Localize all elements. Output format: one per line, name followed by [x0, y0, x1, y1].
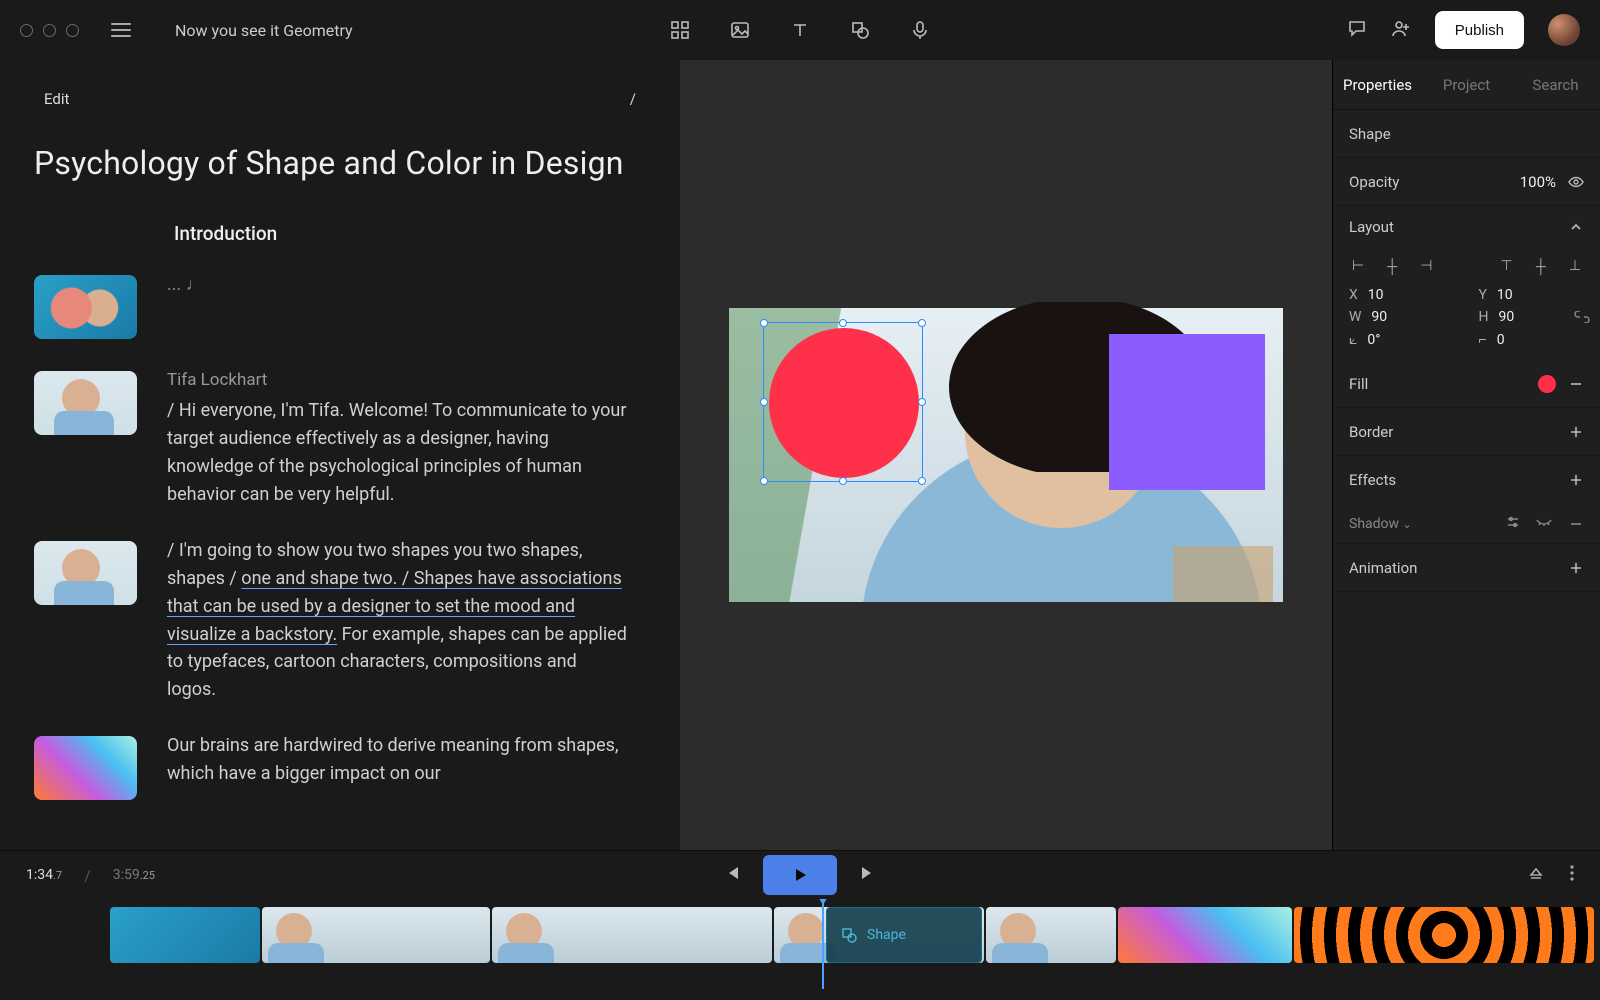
skip-forward-icon[interactable] [859, 864, 877, 886]
tab-search[interactable]: Search [1511, 76, 1600, 94]
toolbar [669, 19, 931, 41]
fill-swatch[interactable] [1538, 375, 1556, 393]
y-field[interactable]: Y10 [1479, 287, 1585, 303]
topbar-right: Publish [1347, 11, 1580, 49]
rotation-field[interactable]: ⟀0° [1349, 331, 1455, 348]
timeline-clip[interactable] [1294, 907, 1594, 963]
menu-button[interactable] [111, 23, 131, 37]
align-center-v-icon[interactable]: ┼ [1532, 258, 1550, 275]
chevron-down-icon[interactable]: ⌄ [1403, 518, 1412, 531]
chevron-up-icon[interactable] [1568, 219, 1584, 235]
link-wh-icon[interactable] [1574, 309, 1590, 325]
document-title[interactable]: Now you see it Geometry [175, 21, 353, 40]
comment-icon[interactable] [1347, 18, 1367, 42]
timeline-track[interactable]: ... To communicate to your target audien… [0, 899, 1600, 989]
pause-marker[interactable]: ... ♩ [167, 271, 204, 339]
x-field[interactable]: X10 [1349, 287, 1455, 303]
canvas[interactable] [680, 60, 1332, 850]
timeline-clip[interactable] [262, 907, 490, 963]
current-time[interactable]: 1:34.7 [26, 867, 62, 883]
shape-clip[interactable]: Shape [826, 907, 982, 963]
timeline-controls: 1:34.7 / 3:59.25 [0, 851, 1600, 899]
eject-icon[interactable] [1528, 865, 1544, 885]
h-field[interactable]: H90 [1479, 309, 1585, 325]
transform-grid: X10 Y10 W90 H90 ⟀0° ⌐0 [1333, 281, 1600, 360]
add-animation-icon[interactable] [1568, 560, 1584, 576]
animation-row[interactable]: Animation [1333, 544, 1600, 592]
text-icon[interactable] [789, 19, 811, 41]
script-panel: Edit / Psychology of Shape and Color in … [0, 60, 680, 850]
script-block[interactable]: Our brains are hardwired to derive meani… [167, 732, 627, 800]
remove-shadow-icon[interactable] [1568, 516, 1584, 532]
add-user-icon[interactable] [1391, 18, 1411, 42]
mic-icon[interactable] [909, 19, 931, 41]
timeline-clip[interactable] [986, 907, 1116, 963]
video-preview[interactable] [729, 308, 1283, 602]
page-title[interactable]: Psychology of Shape and Color in Design [34, 144, 646, 182]
align-controls: ⊢ ┼ ⊣ ⊤ ┼ ⊥ [1333, 248, 1600, 281]
script-block[interactable]: Tifa Lockhart / Hi everyone, I'm Tifa. W… [167, 367, 627, 509]
align-center-h-icon[interactable]: ┼ [1383, 258, 1401, 275]
edit-button[interactable]: Edit [44, 90, 69, 108]
properties-panel: Properties Project Search Shape Opacity … [1332, 60, 1600, 850]
tab-properties[interactable]: Properties [1333, 76, 1422, 94]
timeline-clip[interactable]: ... [110, 907, 260, 963]
visibility-icon[interactable] [1568, 174, 1584, 190]
radius-field[interactable]: ⌐0 [1479, 331, 1585, 348]
clip-thumbnail[interactable] [34, 736, 137, 800]
selection-type: Shape [1333, 110, 1600, 158]
tab-project[interactable]: Project [1422, 76, 1511, 94]
add-effect-icon[interactable] [1568, 472, 1584, 488]
effects-header[interactable]: Effects [1333, 456, 1600, 504]
shape-clip-label: Shape [867, 927, 906, 943]
square-shape[interactable] [1109, 334, 1265, 490]
timeline-clip[interactable]: To communicate to your target audience..… [492, 907, 772, 963]
shadow-row[interactable]: Shadow ⌄ [1333, 504, 1600, 544]
more-icon[interactable] [1570, 865, 1574, 885]
topbar: Now you see it Geometry Publish [0, 0, 1600, 60]
w-field[interactable]: W90 [1349, 309, 1455, 325]
remove-fill-icon[interactable] [1568, 376, 1584, 392]
opacity-value[interactable]: 100% [1520, 173, 1556, 191]
section-title[interactable]: Introduction [174, 222, 646, 245]
align-bottom-icon[interactable]: ⊥ [1566, 258, 1584, 275]
panel-tabs: Properties Project Search [1333, 60, 1600, 110]
border-row[interactable]: Border [1333, 408, 1600, 456]
skip-back-icon[interactable] [723, 864, 741, 886]
slash-command[interactable]: / [630, 90, 636, 108]
script-text[interactable]: Our brains are hardwired to derive meani… [167, 735, 618, 784]
speaker-name: Tifa Lockhart [167, 367, 627, 393]
main: Edit / Psychology of Shape and Color in … [0, 60, 1600, 850]
align-top-icon[interactable]: ⊤ [1498, 258, 1516, 275]
align-right-icon[interactable]: ⊣ [1417, 258, 1435, 275]
selection-box[interactable] [763, 322, 923, 482]
script-text[interactable]: / Hi everyone, I'm Tifa. Welcome! To com… [167, 400, 626, 505]
playhead[interactable] [822, 899, 824, 989]
fill-row[interactable]: Fill [1333, 360, 1600, 408]
script-block[interactable]: / I'm going to show you two shapes you t… [167, 537, 627, 704]
timeline-clip[interactable]: hardwired to derive meaning from shapes,… [1118, 907, 1292, 963]
add-border-icon[interactable] [1568, 424, 1584, 440]
shape-icon[interactable] [849, 19, 871, 41]
grid-icon[interactable] [669, 19, 691, 41]
align-left-icon[interactable]: ⊢ [1349, 258, 1367, 275]
play-button[interactable] [763, 855, 837, 895]
layout-header[interactable]: Layout [1333, 206, 1600, 248]
clip-thumbnail[interactable] [34, 541, 137, 605]
shadow-visibility-icon[interactable] [1536, 515, 1552, 533]
publish-button[interactable]: Publish [1435, 11, 1524, 49]
user-avatar[interactable] [1548, 14, 1580, 46]
shadow-settings-icon[interactable] [1506, 515, 1520, 533]
timeline: 1:34.7 / 3:59.25 ... To communicate to y… [0, 850, 1600, 1000]
image-icon[interactable] [729, 19, 751, 41]
clip-thumbnail[interactable] [34, 371, 137, 435]
duration: 3:59.25 [113, 867, 155, 883]
clip-thumbnail[interactable] [34, 275, 137, 339]
window-controls[interactable] [20, 24, 79, 37]
opacity-row[interactable]: Opacity 100% [1333, 158, 1600, 206]
